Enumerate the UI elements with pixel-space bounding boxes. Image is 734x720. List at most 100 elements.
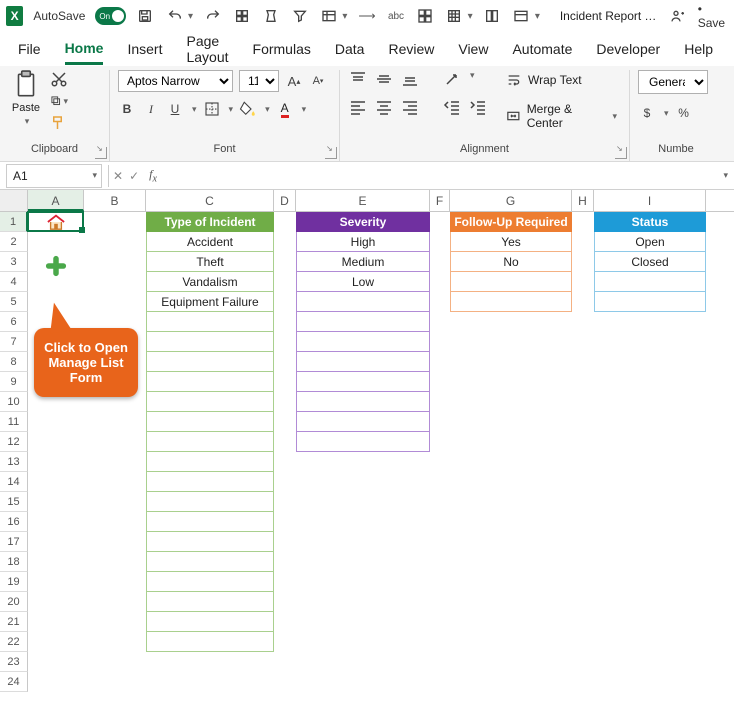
table-cell[interactable] (146, 572, 274, 592)
table-cell[interactable] (146, 392, 274, 412)
row-header-12[interactable]: 12 (0, 432, 28, 452)
row-header-14[interactable]: 14 (0, 472, 28, 492)
table-cell[interactable] (146, 452, 274, 472)
table-cell[interactable] (146, 372, 274, 392)
table-cell[interactable] (296, 392, 430, 412)
table-cell[interactable] (296, 412, 430, 432)
qat-icon-2[interactable] (261, 5, 280, 27)
table-cell[interactable] (594, 292, 706, 312)
row-header-8[interactable]: 8 (0, 352, 28, 372)
table-cell[interactable]: Closed (594, 252, 706, 272)
row-header-9[interactable]: 9 (0, 372, 28, 392)
enter-formula-icon[interactable]: ✓ (129, 169, 139, 183)
share-icon[interactable] (669, 5, 688, 27)
qat-icon-6[interactable]: abc (386, 5, 405, 27)
row-header-3[interactable]: 3 (0, 252, 28, 272)
paste-dropdown-icon[interactable]: ▾ (25, 116, 30, 127)
align-left-icon[interactable] (348, 98, 368, 116)
decrease-indent-icon[interactable] (442, 98, 462, 116)
col-header-B[interactable]: B (84, 190, 146, 211)
font-name-select[interactable]: Aptos Narrow (118, 70, 233, 92)
merge-dd-icon[interactable]: ▾ (612, 111, 617, 122)
table-cell[interactable] (146, 432, 274, 452)
autosave-toggle[interactable]: On (95, 7, 126, 25)
qat-icon-9[interactable] (483, 5, 502, 27)
qat-icon-5[interactable]: ⟶ (357, 5, 376, 27)
font-size-select[interactable]: 11 (239, 70, 279, 92)
table-cell[interactable] (450, 272, 572, 292)
font-launcher-icon[interactable] (325, 147, 337, 159)
table-cell[interactable]: Yes (450, 232, 572, 252)
save-icon[interactable] (136, 5, 155, 27)
table-cell[interactable] (146, 592, 274, 612)
table-cell[interactable] (296, 372, 430, 392)
row-header-6[interactable]: 6 (0, 312, 28, 332)
row-header-13[interactable]: 13 (0, 452, 28, 472)
qat-icon-7[interactable] (416, 5, 435, 27)
copy-icon[interactable]: ▾ (50, 92, 68, 110)
table-cell[interactable] (146, 512, 274, 532)
table-cell[interactable] (296, 432, 430, 452)
row-header-4[interactable]: 4 (0, 272, 28, 292)
formula-expand-icon[interactable]: ▾ (723, 170, 734, 181)
align-center-icon[interactable] (374, 98, 394, 116)
alignment-launcher-icon[interactable] (615, 147, 627, 159)
col-header-H[interactable]: H (572, 190, 594, 211)
paste-button[interactable]: Paste ▾ (8, 70, 44, 127)
row-header-19[interactable]: 19 (0, 572, 28, 592)
row-header-17[interactable]: 17 (0, 532, 28, 552)
tab-developer[interactable]: Developer (596, 35, 660, 63)
table-cell[interactable] (296, 332, 430, 352)
qat-dd-4[interactable]: ▾ (342, 11, 347, 22)
tab-view[interactable]: View (458, 35, 488, 63)
table-cell[interactable] (146, 492, 274, 512)
table-cell[interactable] (146, 352, 274, 372)
table-cell[interactable] (146, 332, 274, 352)
col-header-C[interactable]: C (146, 190, 274, 211)
tab-review[interactable]: Review (388, 35, 434, 63)
table-cell[interactable] (146, 312, 274, 332)
col-header-F[interactable]: F (430, 190, 450, 211)
decrease-font-icon[interactable]: A▾ (309, 72, 327, 90)
table-cell[interactable]: Open (594, 232, 706, 252)
borders-icon[interactable] (203, 100, 221, 118)
name-box-dd-icon[interactable]: ▾ (92, 170, 97, 181)
table-cell[interactable]: Low (296, 272, 430, 292)
tab-insert[interactable]: Insert (127, 35, 162, 63)
table-cell[interactable] (450, 292, 572, 312)
name-box[interactable]: A1 ▾ (6, 164, 102, 188)
col-header-G[interactable]: G (450, 190, 572, 211)
fill-color-icon[interactable] (239, 100, 257, 118)
underline-dd[interactable]: ▾ (192, 104, 197, 115)
select-all-corner[interactable] (0, 190, 28, 211)
increase-font-icon[interactable]: A▴ (285, 72, 303, 90)
qat-icon-1[interactable] (232, 5, 251, 27)
worksheet[interactable]: ABCDEFGHI 123456789101112131415161718192… (0, 190, 734, 692)
table-cell[interactable]: High (296, 232, 430, 252)
tab-home[interactable]: Home (65, 34, 104, 65)
table-cell[interactable]: Theft (146, 252, 274, 272)
qat-icon-8[interactable] (445, 5, 464, 27)
table-cell[interactable]: Vandalism (146, 272, 274, 292)
currency-icon[interactable]: $ (638, 104, 656, 122)
format-painter-icon[interactable] (50, 114, 68, 132)
col-header-I[interactable]: I (594, 190, 706, 211)
qat-icon-3[interactable] (290, 5, 309, 27)
home-icon[interactable] (28, 212, 84, 232)
align-right-icon[interactable] (400, 98, 420, 116)
row-header-22[interactable]: 22 (0, 632, 28, 652)
qat-dd-10[interactable]: ▾ (535, 11, 540, 22)
percent-icon[interactable]: % (675, 104, 693, 122)
align-bottom-icon[interactable] (400, 70, 420, 88)
number-format-select[interactable]: General (638, 70, 708, 94)
row-header-10[interactable]: 10 (0, 392, 28, 412)
row-header-1[interactable]: 1 (0, 212, 28, 232)
tab-automate[interactable]: Automate (512, 35, 572, 63)
row-header-24[interactable]: 24 (0, 672, 28, 692)
row-header-20[interactable]: 20 (0, 592, 28, 612)
wrap-text-button[interactable]: Wrap Text (502, 70, 621, 90)
table-cell[interactable] (146, 552, 274, 572)
merge-center-button[interactable]: Merge & Center ▾ (502, 100, 621, 132)
col-header-D[interactable]: D (274, 190, 296, 211)
qat-icon-10[interactable] (512, 5, 531, 27)
